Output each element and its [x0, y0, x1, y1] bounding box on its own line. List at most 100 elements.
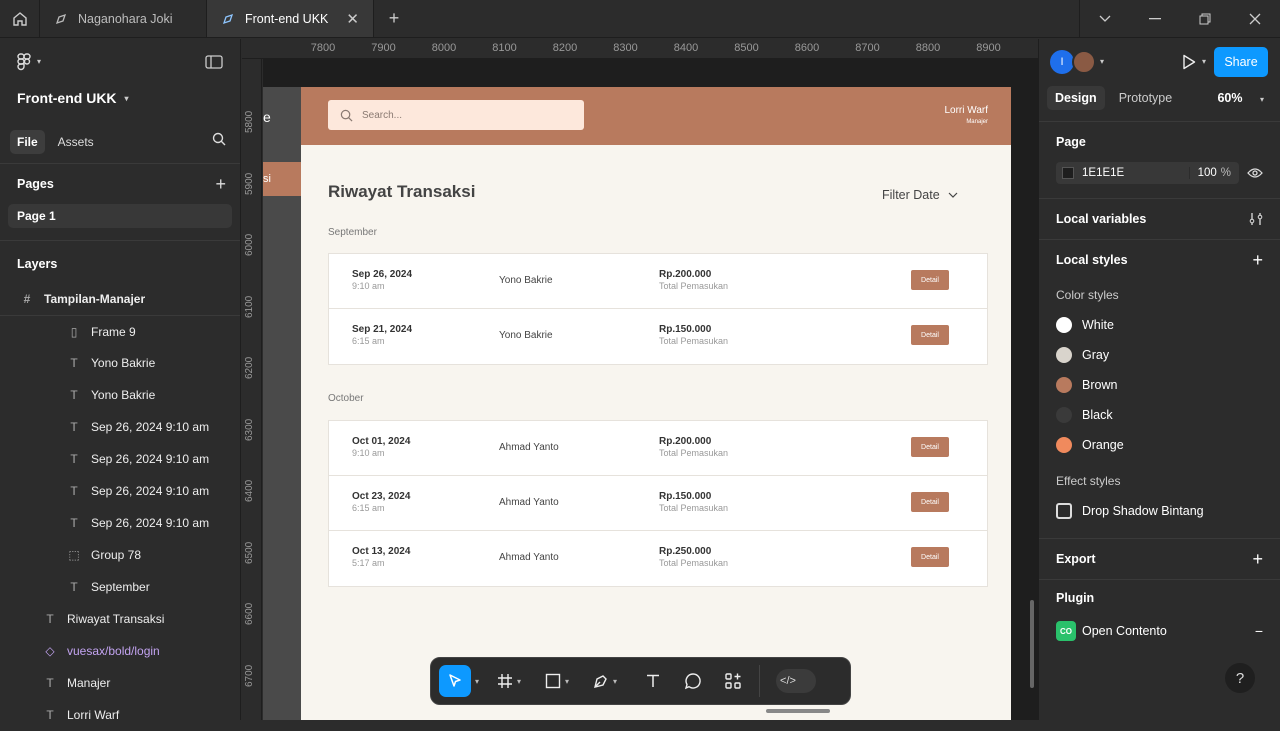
toggle-sidebar-icon[interactable] [205, 54, 223, 69]
layer-item[interactable]: # Tampilan-Manajer [0, 283, 240, 315]
layer-item[interactable]: T September [0, 571, 240, 603]
page-opacity-value[interactable]: 100 [1188, 167, 1221, 179]
color-swatch [1056, 407, 1072, 423]
tabs-dropdown-button[interactable] [1080, 0, 1130, 37]
layer-item[interactable]: ◇ vuesax/bold/login [0, 635, 240, 667]
tab-design[interactable]: Design [1047, 86, 1105, 110]
chevron-down-icon: ▾ [1259, 95, 1264, 104]
layer-item[interactable]: ⬚ Group 78 [0, 539, 240, 571]
color-style-item[interactable]: White [1056, 310, 1263, 340]
avatar[interactable] [1072, 49, 1096, 74]
transaction-amount: Rp.150.000 [659, 491, 712, 502]
avatar[interactable]: I [1050, 49, 1074, 74]
add-page-icon[interactable]: + [215, 174, 226, 195]
page-item-page-1[interactable]: Page 1 [8, 204, 232, 228]
add-style-icon[interactable]: + [1252, 250, 1263, 271]
zoom-level[interactable]: 60% ▾ [1217, 91, 1264, 105]
layer-item[interactable]: T Yono Bakrie [0, 379, 240, 411]
page-color-field[interactable]: 1E1E1E 100 % [1056, 162, 1239, 184]
tab-file[interactable]: File [10, 129, 45, 154]
pen-tool-button[interactable]: ▾ [585, 663, 625, 699]
layer-item[interactable]: T Yono Bakrie [0, 347, 240, 379]
add-export-icon[interactable]: + [1252, 549, 1263, 570]
main-menu-button[interactable]: ▾ [17, 52, 42, 71]
chevron-down-icon[interactable]: ▾ [475, 677, 479, 686]
detail-button[interactable]: Detail [911, 547, 949, 567]
detail-button[interactable]: Detail [911, 437, 949, 457]
layer-item[interactable]: T Manajer [0, 667, 240, 699]
close-icon [1249, 13, 1261, 24]
tab-front-end-ukk[interactable]: Front-end UKK ✕ [207, 0, 374, 37]
variables-icon[interactable] [1249, 212, 1263, 226]
restore-button[interactable] [1180, 0, 1230, 37]
eye-icon[interactable] [1247, 167, 1263, 179]
layer-item[interactable]: T Sep 26, 2024 9:10 am [0, 443, 240, 475]
help-button[interactable]: ? [1225, 663, 1255, 693]
text-icon: T [70, 484, 78, 498]
new-tab-button[interactable]: + [374, 0, 414, 37]
color-styles-list: White Gray Brown Black Orange [1056, 310, 1263, 460]
layer-item[interactable]: T Riwayat Transaksi [0, 603, 240, 635]
page-color-value[interactable]: 1E1E1E [1082, 167, 1189, 179]
detail-button[interactable]: Detail [911, 270, 949, 290]
color-style-item[interactable]: Gray [1056, 340, 1263, 370]
layer-item[interactable]: T Sep 26, 2024 9:10 am [0, 411, 240, 443]
ruler-tick-label: 6200 [244, 356, 255, 379]
layer-item[interactable]: T Sep 26, 2024 9:10 am [0, 475, 240, 507]
dev-mode-toggle[interactable]: </> [766, 663, 826, 699]
tab-assets[interactable]: Assets [51, 130, 101, 154]
collapse-icon[interactable]: − [1255, 623, 1263, 639]
move-tool-button[interactable] [439, 665, 471, 697]
detail-button[interactable]: Detail [911, 325, 949, 345]
search-bar[interactable]: Search... [328, 100, 584, 130]
project-name[interactable]: Front-end UKK ▾ [0, 84, 240, 112]
pages-heading: Pages [17, 177, 54, 191]
layer-item[interactable]: ▯ Frame 9 [0, 315, 240, 347]
filter-date-dropdown[interactable]: Filter Date [882, 188, 958, 202]
canvas[interactable]: e si Search... Lorri Warf Manajer Riwaya… [263, 59, 1038, 720]
local-variables-heading[interactable]: Local variables [1056, 212, 1146, 226]
search-icon[interactable] [212, 132, 226, 151]
frame-header: Search... Lorri Warf Manajer [301, 87, 1011, 145]
color-style-item[interactable]: Brown [1056, 370, 1263, 400]
color-style-name: Orange [1082, 438, 1124, 452]
present-button[interactable]: ▾ [1182, 54, 1206, 70]
text-tool-button[interactable] [633, 663, 673, 699]
frame-tool-button[interactable]: ▾ [489, 663, 529, 699]
layer-item[interactable]: T Sep 26, 2024 9:10 am [0, 507, 240, 539]
color-style-item[interactable]: Orange [1056, 430, 1263, 460]
plugin-item[interactable]: CO Open Contento − [1056, 616, 1263, 646]
ruler-tick-label: 6600 [244, 602, 255, 625]
adjacent-frame[interactable]: e si [263, 87, 301, 720]
comment-tool-button[interactable] [673, 663, 713, 699]
auto-layout-icon: ▯ [70, 324, 78, 339]
zoom-value: 60% [1217, 91, 1243, 105]
actions-tool-button[interactable] [713, 663, 753, 699]
tab-prototype[interactable]: Prototype [1111, 86, 1181, 110]
vertical-scrollbar[interactable] [1030, 600, 1034, 688]
share-button[interactable]: Share [1214, 46, 1268, 77]
close-window-button[interactable] [1230, 0, 1280, 37]
minimize-button[interactable] [1130, 0, 1180, 37]
color-swatch[interactable] [1062, 167, 1074, 179]
detail-button[interactable]: Detail [911, 492, 949, 512]
layer-item[interactable]: T Lorri Warf [0, 699, 240, 731]
transaction-list-october: Oct 01, 2024 9:10 am Ahmad Yanto Rp.200.000… [328, 420, 988, 587]
frame-tampilan-manajer[interactable]: Search... Lorri Warf Manajer Riwayat Tra… [301, 87, 1011, 720]
color-style-item[interactable]: Black [1056, 400, 1263, 430]
export-section: Export + [1039, 539, 1280, 580]
tab-naganohara-joki[interactable]: Naganohara Joki [40, 0, 207, 37]
ruler-tick-label: 8400 [673, 42, 699, 54]
shape-tool-button[interactable]: ▾ [537, 663, 577, 699]
chevron-down-icon[interactable]: ▾ [1100, 57, 1104, 66]
chevron-down-icon: ▾ [37, 57, 42, 66]
horizontal-scrollbar[interactable] [766, 709, 830, 713]
home-button[interactable] [0, 0, 40, 37]
effect-style-item[interactable]: Drop Shadow Bintang [1056, 496, 1263, 526]
close-tab-icon[interactable]: ✕ [346, 10, 359, 28]
chevron-down-icon: ▾ [613, 676, 618, 686]
color-styles-heading: Color styles [1056, 288, 1119, 302]
layers-heading: Layers [17, 257, 58, 271]
text-icon: T [70, 356, 78, 370]
user-name: Lorri Warf [944, 105, 988, 116]
